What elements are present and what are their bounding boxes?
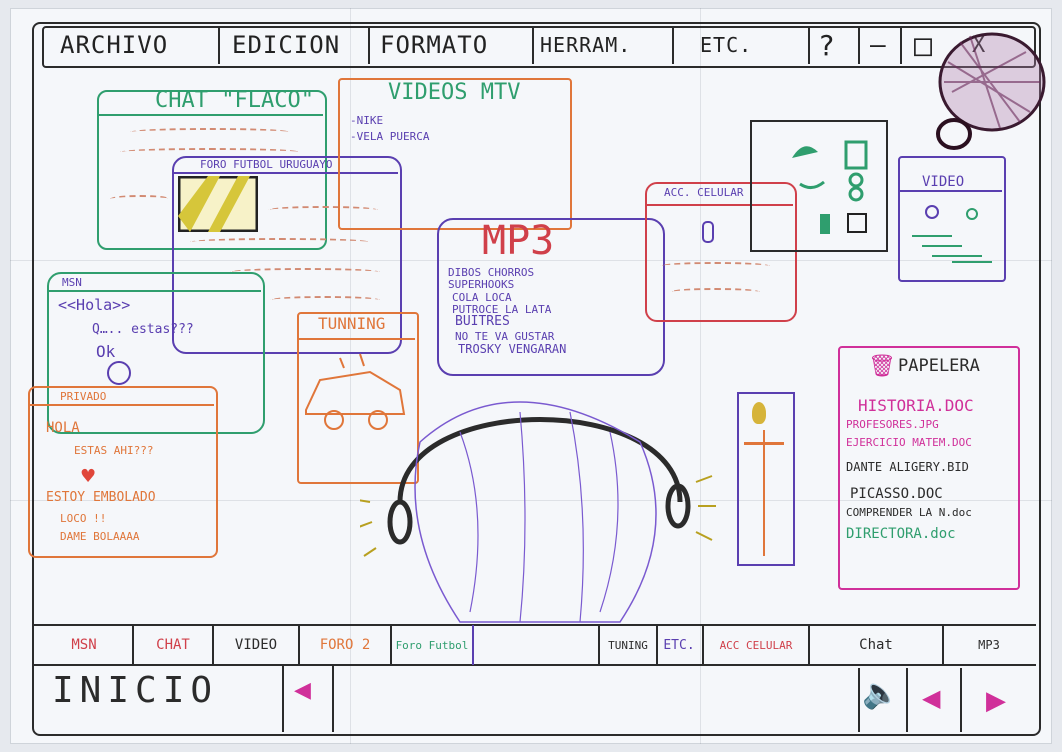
uruguay-flag-icon [178, 176, 258, 232]
videos-mtv-title: VIDEOS MTV [388, 80, 521, 105]
task-tab-tuning[interactable]: TUNING [598, 625, 658, 665]
smiley-icon [107, 361, 131, 385]
help-button[interactable]: ? [818, 26, 836, 64]
mp3-title: MP3 [482, 218, 555, 264]
heart-icon: ♥ [80, 466, 97, 487]
accessories-icons [792, 140, 868, 234]
phone-icon [702, 221, 714, 243]
volume-track [763, 430, 765, 556]
privado-line-2: ESTOY EMBOLADO [46, 490, 156, 505]
task-tab-msn[interactable]: MSN [36, 625, 134, 665]
papelera-file-5[interactable]: COMPRENDER LA N.doc [846, 506, 972, 519]
start-arrow-left-icon[interactable]: ◀ [294, 678, 311, 703]
scribble-globe-icon [936, 32, 1046, 150]
mp3-item-4[interactable]: BUITRES [455, 314, 510, 329]
speaker-volume-icon [752, 402, 766, 424]
msn-title: MSN [62, 276, 82, 289]
trash-icon: 🗑 [868, 354, 896, 379]
papelera-file-3[interactable]: DANTE ALIGERY.BID [846, 460, 969, 474]
taskbar-next-arrow-icon[interactable]: ▶ [986, 686, 1006, 716]
privado-line-3: LOCO !! [60, 512, 107, 525]
msn-line-2: Ok [96, 342, 116, 361]
videos-item-0[interactable]: -NIKE [350, 114, 383, 127]
papelera-file-6[interactable]: DIRECTORA.doc [846, 526, 956, 542]
chat-window-title: CHAT "FLACO" [155, 88, 314, 113]
task-tab-video[interactable]: VIDEO [214, 625, 300, 665]
photo-background: ARCHIVO EDICION FORMATO HERRAM. ETC. ? –… [0, 0, 1062, 752]
papelera-title: PAPELERA [898, 356, 980, 376]
foro-window-title: FORO FUTBOL URUGUAYO [200, 158, 333, 171]
video-title: VIDEO [922, 174, 965, 190]
menu-edicion[interactable]: EDICION [232, 26, 340, 64]
menu-bar [42, 26, 1036, 68]
papelera-file-0[interactable]: HISTORIA.DOC [858, 396, 974, 415]
task-tab-foro2[interactable]: FORO 2 [300, 625, 392, 665]
privado-line-0: HOLA [46, 420, 80, 436]
menu-herram[interactable]: HERRAM. [540, 26, 631, 64]
papelera-file-2[interactable]: EJERCICIO MATEM.DOC [846, 436, 972, 449]
task-tab-etc[interactable]: ETC. [656, 625, 704, 665]
task-tab-mp3[interactable]: MP3 [944, 625, 1034, 665]
headphones-drawing [360, 401, 716, 623]
menu-archivo[interactable]: ARCHIVO [60, 26, 168, 64]
task-tab-chat[interactable]: CHAT [134, 625, 214, 665]
speaker-icon[interactable]: 🔈 [862, 676, 899, 711]
task-tab-acc-celular[interactable]: ACC CELULAR [704, 625, 810, 665]
menu-etc[interactable]: ETC. [700, 26, 752, 64]
papelera-file-1[interactable]: PROFESORES.JPG [846, 418, 939, 431]
privado-title: PRIVADO [60, 390, 107, 403]
video-scene-icon [912, 205, 992, 263]
task-tab-chat-2[interactable]: Chat [810, 625, 944, 665]
volume-slider[interactable] [737, 392, 795, 566]
privado-line-1: ESTAS AHI??? [74, 444, 154, 457]
menu-formato[interactable]: FORMATO [380, 26, 488, 64]
minimize-button[interactable]: – [870, 26, 887, 64]
papelera-file-4[interactable]: PICASSO.DOC [850, 486, 943, 502]
task-tab-foro-futbol[interactable]: Foro Futbol [392, 625, 474, 665]
tunning-title: TUNNING [318, 314, 386, 333]
acc-celular-title: ACC. CELULAR [664, 186, 744, 199]
privado-line-4: DAME BOLAAAA [60, 530, 140, 543]
mp3-item-6[interactable]: TROSKY VENGARAN [458, 342, 566, 356]
videos-item-1[interactable]: -VELA PUERCA [350, 130, 429, 143]
taskbar-prev-arrow-icon[interactable]: ◀ [922, 684, 940, 712]
start-button[interactable]: INICIO [52, 668, 218, 712]
msn-line-1: Q….. estas??? [92, 322, 194, 337]
mp3-item-1[interactable]: SUPERHOOKS [448, 278, 514, 291]
msn-line-0: <<Hola>> [58, 296, 131, 314]
